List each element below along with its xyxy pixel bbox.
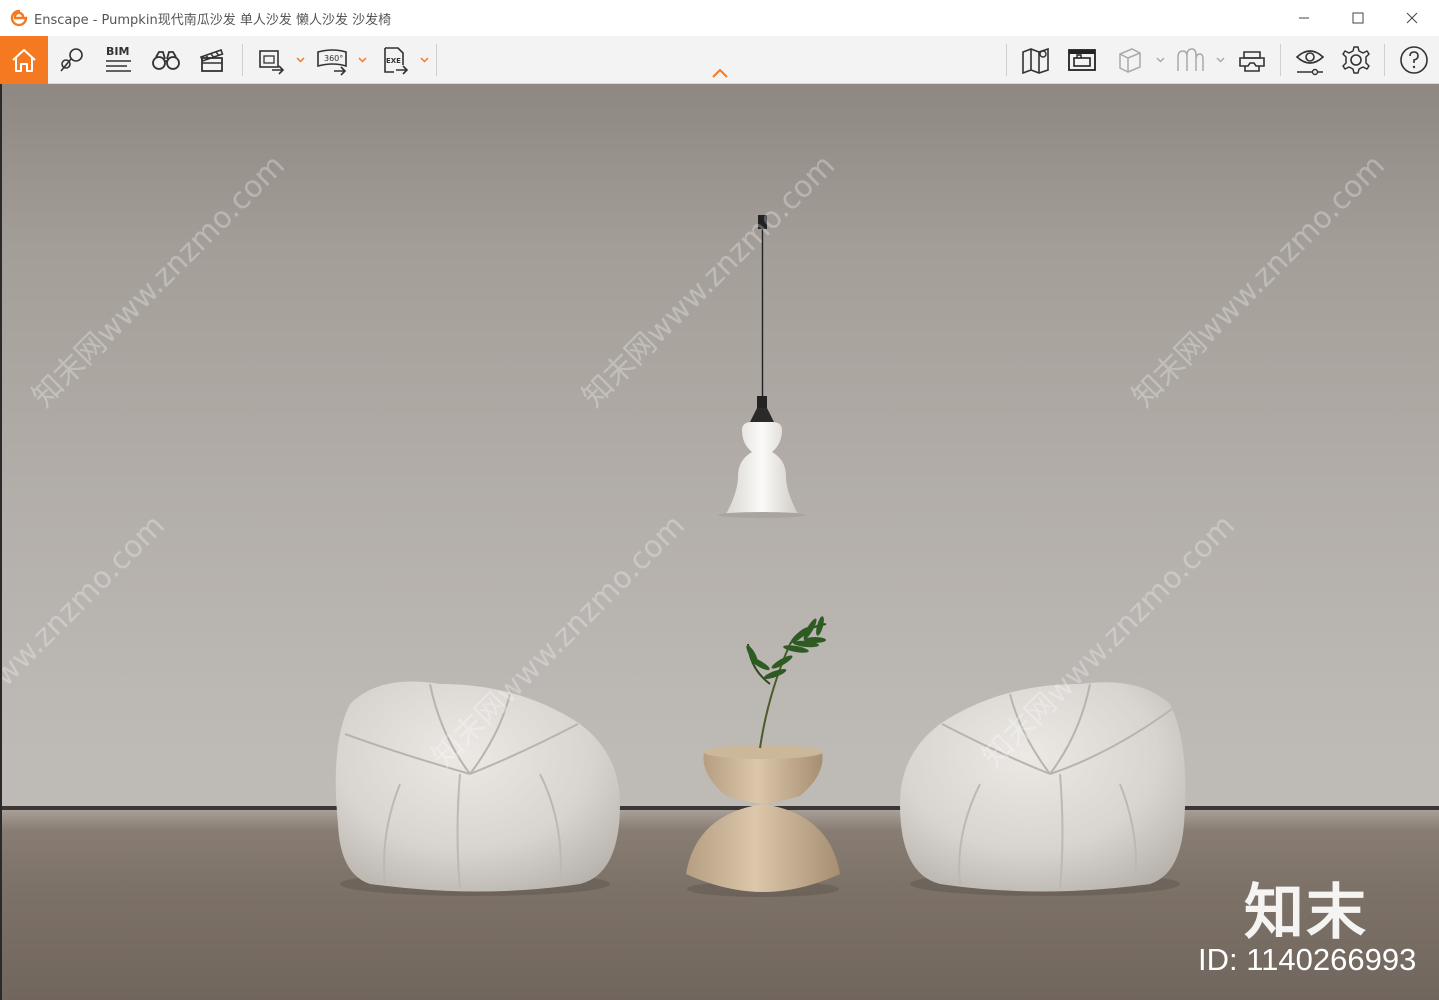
walk-mode-button[interactable]	[146, 36, 186, 84]
exe-export-icon: EXE	[384, 47, 409, 75]
toolbar-separator	[1384, 44, 1385, 76]
bim-button[interactable]: BIM	[98, 36, 138, 84]
panorama-360-icon: 360°	[317, 49, 347, 76]
chevron-down-icon	[1155, 57, 1165, 63]
exe-export-dropdown[interactable]	[418, 36, 430, 84]
cube-view-button[interactable]	[1110, 36, 1148, 84]
toolbar-separator	[1006, 44, 1007, 76]
help-icon	[1400, 46, 1428, 74]
video-editor-button[interactable]	[192, 36, 232, 84]
chevron-down-icon	[295, 57, 305, 63]
clapperboard-icon	[199, 48, 224, 72]
model-view-icon	[1177, 48, 1204, 71]
screenshot-button[interactable]	[252, 36, 290, 84]
window-controls	[1277, 0, 1439, 36]
panorama-dropdown[interactable]	[356, 36, 368, 84]
binoculars-icon	[152, 51, 180, 70]
settings-button[interactable]	[1336, 36, 1376, 84]
map-icon	[1022, 47, 1049, 75]
model-view-button[interactable]	[1170, 36, 1210, 84]
viewport-border	[0, 84, 2, 1000]
help-button[interactable]	[1394, 36, 1434, 84]
maximize-icon	[1352, 12, 1364, 24]
location-pin-icon	[60, 48, 83, 72]
views-button[interactable]	[54, 36, 90, 84]
toolbar-separator	[242, 44, 243, 76]
screenshot-export-icon	[259, 50, 285, 75]
bim-label: BIM	[106, 45, 129, 58]
cube-view-dropdown[interactable]	[1154, 36, 1166, 84]
asset-library-button[interactable]	[1062, 36, 1102, 84]
bim-icon: BIM	[106, 45, 131, 72]
maximize-button[interactable]	[1331, 0, 1385, 36]
brand-watermark: 知末	[1244, 878, 1368, 948]
visual-settings-button[interactable]	[1290, 36, 1330, 84]
visual-settings-eye-icon	[1295, 50, 1325, 76]
model-view-dropdown[interactable]	[1214, 36, 1226, 84]
map-button[interactable]	[1016, 36, 1056, 84]
render-viewport[interactable]: 知末网www.znzmo.com 知末网www.znzmo.com 知末网www…	[0, 84, 1439, 1000]
enscape-toolbar: BIM 360° EXE	[0, 36, 1439, 84]
image-id-label: ID: 1140266993	[1198, 942, 1417, 977]
screenshot-dropdown[interactable]	[294, 36, 306, 84]
minimize-icon	[1299, 17, 1309, 19]
close-button[interactable]	[1385, 0, 1439, 36]
chevron-down-icon	[419, 57, 429, 63]
home-icon	[12, 49, 36, 72]
toolbar-separator	[436, 44, 437, 76]
collapse-toolbar-button[interactable]	[710, 66, 730, 80]
window-title: Enscape - Pumpkin现代南瓜沙发 单人沙发 懒人沙发 沙发椅	[34, 12, 392, 28]
chevron-down-icon	[357, 57, 367, 63]
exe-export-button[interactable]: EXE	[376, 36, 414, 84]
minimize-button[interactable]	[1277, 0, 1331, 36]
chevron-up-icon	[712, 68, 728, 78]
panorama-label: 360°	[324, 54, 343, 63]
potted-plant	[746, 616, 827, 749]
hourglass-side-table	[686, 745, 840, 897]
enscape-logo-icon	[8, 7, 30, 29]
settings-gear-icon	[1342, 46, 1370, 74]
close-icon	[1406, 12, 1418, 24]
chevron-down-icon	[1215, 57, 1225, 63]
home-button[interactable]	[0, 36, 48, 84]
exe-label: EXE	[386, 57, 401, 65]
asset-library-icon	[1068, 49, 1096, 71]
vr-headset-icon	[1239, 51, 1265, 72]
cube-view-icon	[1119, 48, 1141, 73]
title-bar: Enscape - Pumpkin现代南瓜沙发 单人沙发 懒人沙发 沙发椅	[0, 0, 1439, 36]
vr-headset-button[interactable]	[1232, 36, 1272, 84]
toolbar-separator	[1280, 44, 1281, 76]
panorama-button[interactable]: 360°	[312, 36, 352, 84]
